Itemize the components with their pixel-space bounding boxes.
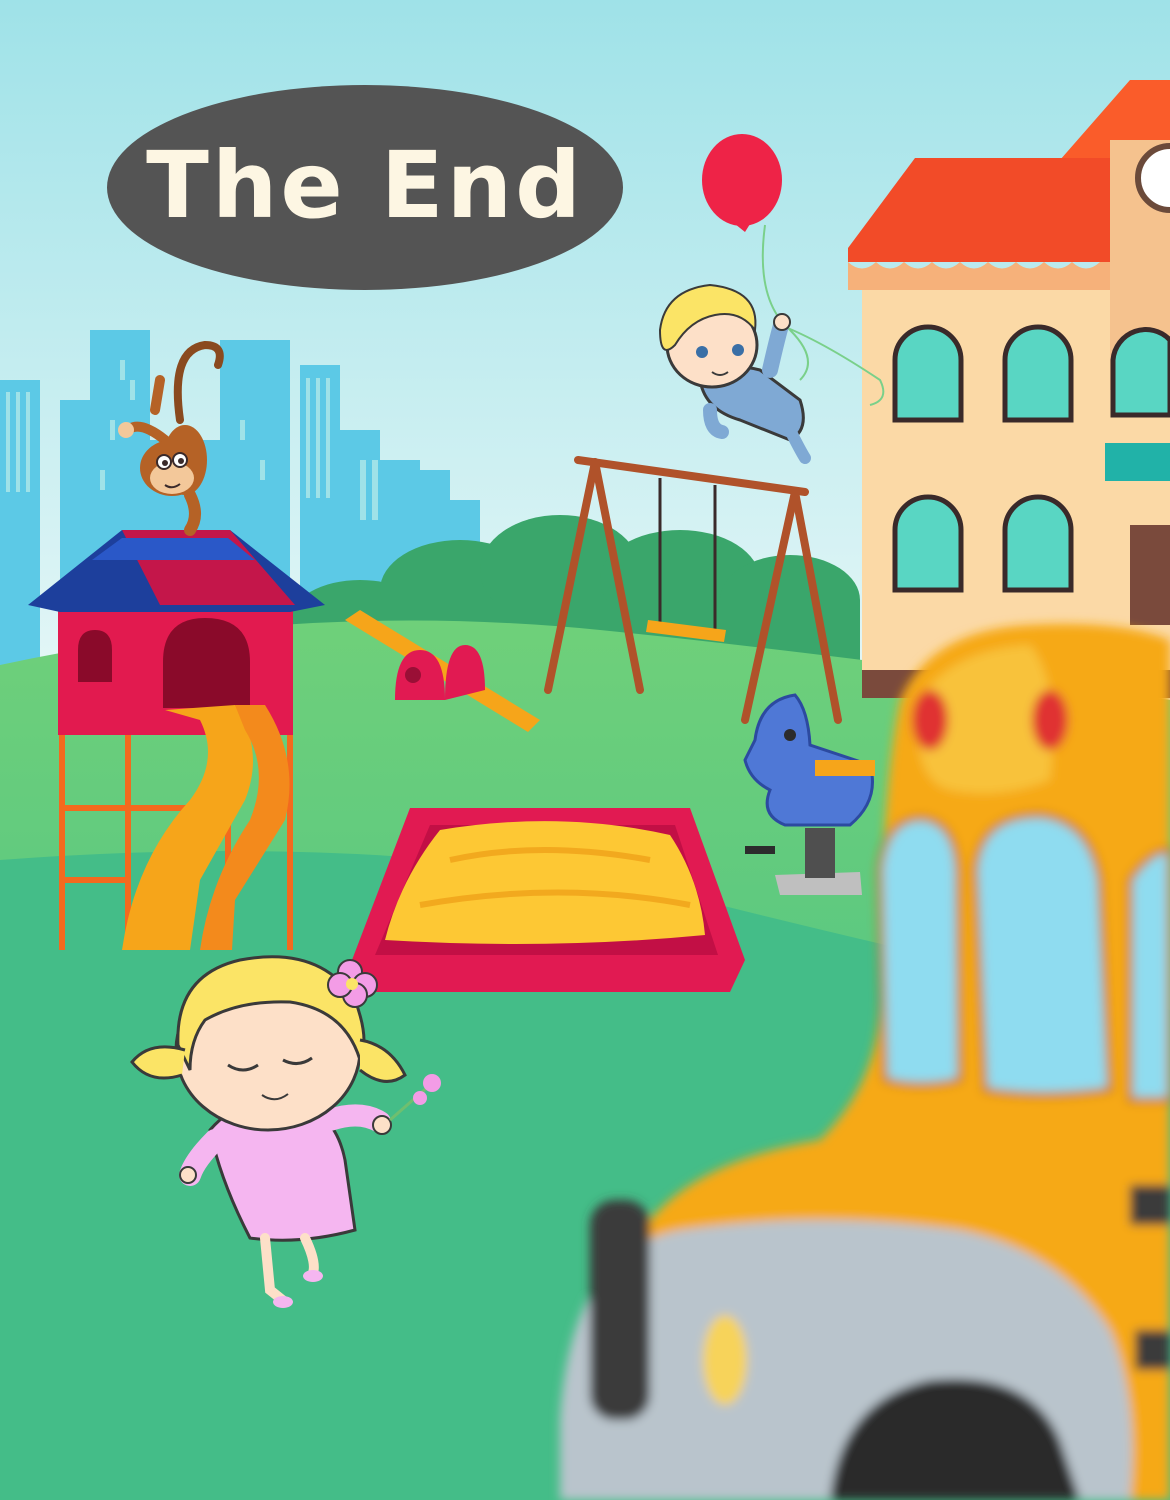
title-text: The End	[146, 131, 584, 239]
playground-scene: The End	[0, 0, 1170, 1500]
title-banner: The End	[107, 85, 623, 290]
sandbox-icon	[352, 808, 745, 992]
